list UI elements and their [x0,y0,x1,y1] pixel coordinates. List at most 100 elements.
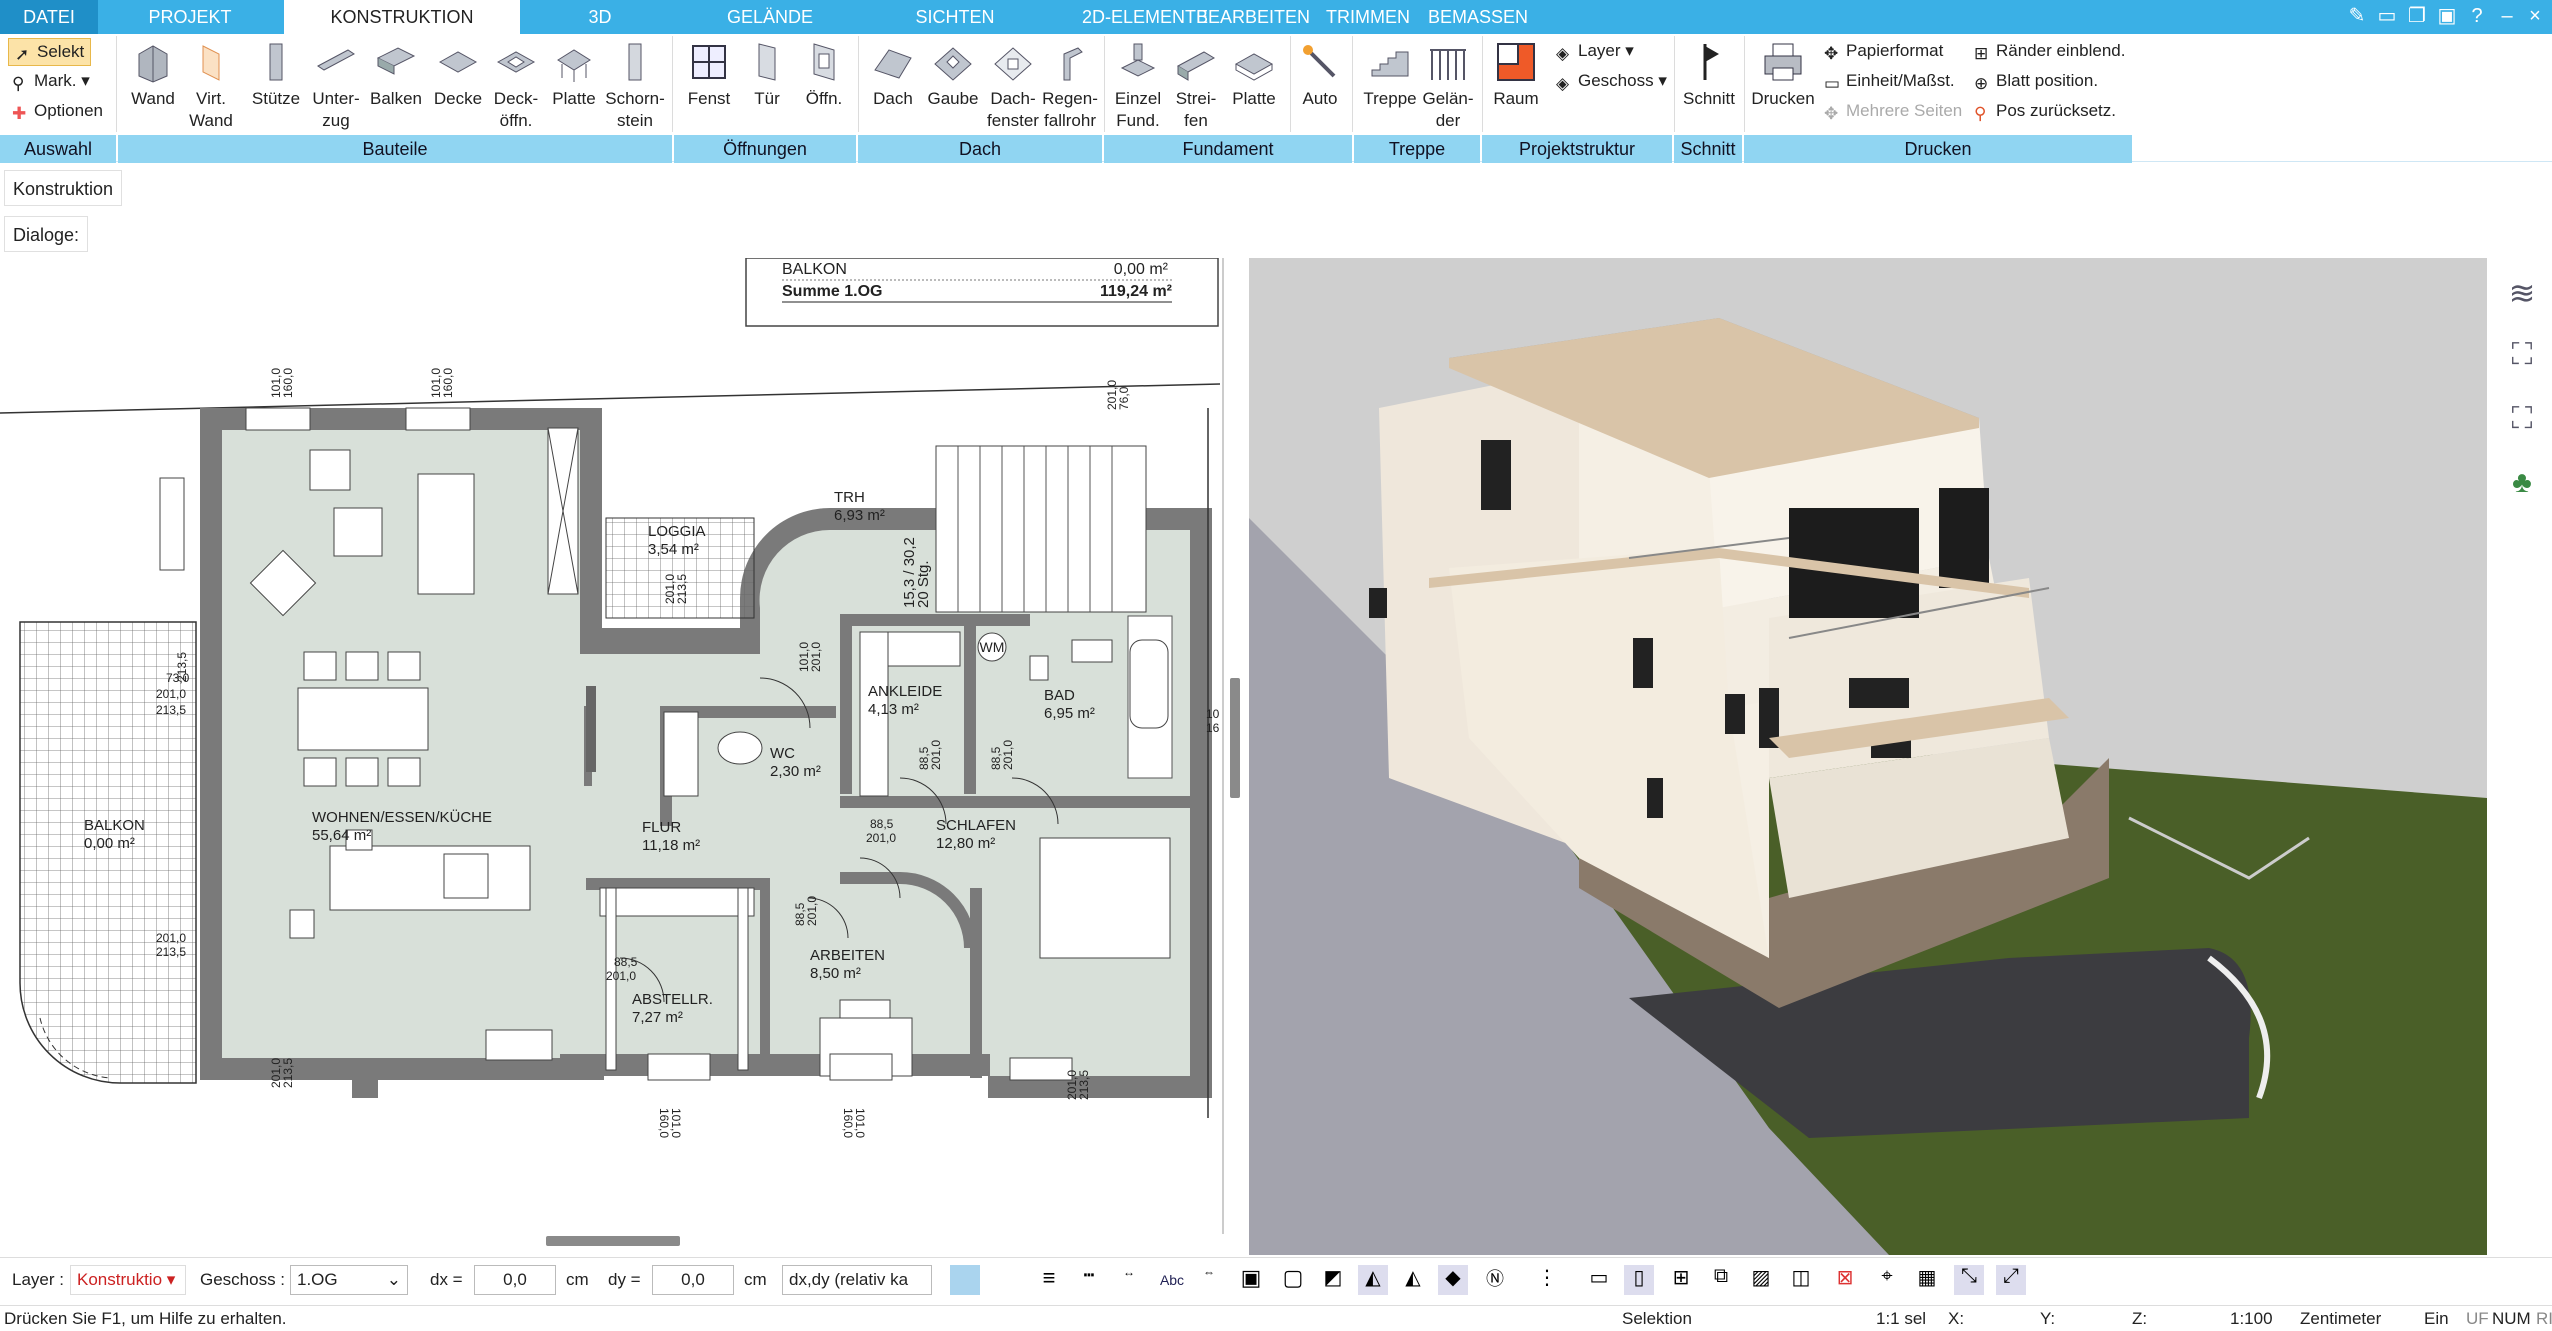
splitter-handle[interactable] [1230,678,1240,798]
zoom-extents-icon[interactable]: ⛶ [2502,402,2542,442]
measure-icon[interactable]: ⇔ [1194,1265,1224,1295]
selekt-button[interactable]: ➚ Selekt [8,38,92,66]
papierformat-button[interactable]: ✥ Papierformat [1824,38,1943,64]
tab-bearbeiten[interactable]: BEARBEITEN [1196,0,1310,34]
fenster-button[interactable]: Fenst [678,40,740,110]
zoom-out-icon[interactable]: ⤡ [1954,1265,1984,1295]
tools-icon[interactable]: ✎ [2344,3,2370,29]
view-corner-icon[interactable]: ◫ [1786,1265,1816,1295]
tuer-button[interactable]: Tür [740,40,794,110]
dim-label: 76,0 [1117,386,1131,410]
more-icon[interactable]: ⋮ [1532,1265,1562,1295]
balken-button[interactable]: Balken [366,40,426,110]
dim-label: 201,0 [929,740,943,770]
streifenfundament-button[interactable]: Strei-fen [1168,40,1224,132]
select-frame-icon[interactable]: ▢ [1278,1265,1308,1295]
roof-view-icon[interactable]: ◭ [1358,1265,1388,1295]
dashes-icon[interactable]: ┅ [1074,1265,1104,1295]
unterzug-button[interactable]: Unter-zug [306,40,366,132]
optionen-button[interactable]: ✚ Optionen [12,98,103,124]
view-image-icon[interactable]: ▨ [1746,1265,1776,1295]
tab-sichten[interactable]: SICHTEN [880,0,1030,34]
dach-button[interactable]: Dach [862,40,924,110]
plus-icon: ✚ [12,104,27,123]
group-bauteile: Bauteile [118,135,672,163]
frame-icon[interactable]: ▣ [1236,1265,1266,1295]
north-icon[interactable]: Ⓝ [1480,1265,1510,1295]
mehrere-seiten-button[interactable]: ✥ Mehrere Seiten [1824,98,1962,124]
gelaender-button[interactable]: Gelän-der [1420,40,1476,132]
view-tile-icon[interactable]: ⧉ [1706,1265,1736,1295]
slab-view-icon[interactable]: ◆ [1438,1265,1468,1295]
3d-view[interactable] [1249,258,2487,1255]
help-icon[interactable]: ? [2464,3,2490,29]
tab-konstruktion[interactable]: KONSTRUKTION [284,0,520,34]
treppe-button[interactable]: Treppe [1356,40,1424,110]
floor-plan-view[interactable]: BALKON 0,00 m² Summe 1.OG 119,24 m² WM T… [0,257,1224,1246]
window-icon[interactable]: ▭ [2374,3,2400,29]
tile-icon[interactable]: ▣ [2434,3,2460,29]
dachfenster-button[interactable]: Dach-fenster [982,40,1044,132]
tab-3d[interactable]: 3D [540,0,660,34]
tab-bemassen[interactable]: BEMASSEN [1428,0,1528,34]
tab-trimmen[interactable]: TRIMMEN [1320,0,1416,34]
auto-button[interactable]: Auto [1292,40,1348,110]
coord-mode-select[interactable]: dx,dy (relativ ka [782,1265,932,1295]
snap-icon[interactable] [990,1265,1020,1295]
minimize-icon[interactable]: – [2494,3,2520,29]
delete-view-icon[interactable]: ⊠ [1830,1265,1860,1295]
view-2d-icon[interactable]: ▭ [1584,1265,1614,1295]
pos-button[interactable]: ⚲ Pos zurücksetz. [1974,98,2116,124]
tab-gelaende[interactable]: GELÄNDE [690,0,850,34]
plan-horizontal-scrollbar[interactable] [546,1236,680,1246]
konstruktion-dialog-tab[interactable]: Konstruktion [4,170,123,206]
view-splitter[interactable] [1226,258,1249,1255]
tab-datei[interactable]: DATEI [0,0,98,34]
zoom-in-icon[interactable]: ⤢ [1996,1265,2026,1295]
view-split-icon[interactable]: ▯ [1624,1265,1654,1295]
schnitt-button[interactable]: Schnitt [1676,40,1742,110]
stairs-view-icon[interactable]: ◭ [1398,1265,1428,1295]
close-icon[interactable]: × [2522,3,2548,29]
restore-icon[interactable]: ❐ [2404,3,2430,29]
raum-button[interactable]: Raum [1488,40,1544,110]
dy-input[interactable]: 0,0 [652,1265,734,1295]
snap-grid-icon[interactable] [950,1265,980,1295]
geschoss-button[interactable]: ◈ Geschoss ▾ [1556,68,1667,94]
sheet-position-icon: ⊕ [1974,74,1989,93]
dimension-icon[interactable]: ↔ [1114,1265,1144,1295]
mark-button[interactable]: ⚲ Mark. ▾ [12,68,90,94]
lines-icon[interactable]: ≡ [1034,1265,1064,1295]
drucken-button[interactable]: Drucken [1748,40,1818,110]
einzelfundament-button[interactable]: Einzel Fund. [1108,40,1168,132]
layers-icon[interactable]: ≋ [2502,274,2542,314]
table-icon[interactable]: ▦ [1912,1265,1942,1295]
regenfallrohr-button[interactable]: Regen-fallrohr [1040,40,1100,132]
furniture-icon[interactable]: ⛶ [2502,338,2542,378]
fundamentplatte-button[interactable]: Platte [1224,40,1284,110]
gaube-button[interactable]: Gaube [924,40,982,110]
dx-input[interactable]: 0,0 [474,1265,556,1295]
tree-icon[interactable]: ♣ [2502,466,2542,506]
blatt-button[interactable]: ⊕ Blatt position. [1974,68,2098,94]
schornstein-button[interactable]: Schorn-stein [604,40,666,132]
geschoss-select[interactable]: 1.OG ⌄ [290,1265,408,1295]
object-icon[interactable]: ◩ [1318,1265,1348,1295]
stuetze-button[interactable]: Stütze [246,40,306,110]
decke-button[interactable]: Decke [428,40,488,110]
raender-button[interactable]: ⊞ Ränder einblend. [1974,38,2125,64]
platte-button[interactable]: Platte [544,40,604,110]
text-icon[interactable]: Abc [1154,1265,1190,1295]
deckoeffn-button[interactable]: Deck-öffn. [488,40,544,132]
tab-projekt[interactable]: PROJEKT [110,0,270,34]
virt-wand-button[interactable]: Virt. Wand [186,40,236,132]
layer-select[interactable]: Konstruktio ▾ [70,1265,186,1295]
dim-label: 213,5 [281,1058,295,1088]
view-grid-icon[interactable]: ⊞ [1666,1265,1696,1295]
center-icon[interactable]: ⌖ [1872,1265,1902,1295]
wall-icon [138,45,168,83]
wand-button[interactable]: Wand [120,40,186,110]
layer-button[interactable]: ◈ Layer ▾ [1556,38,1634,64]
einheit-button[interactable]: ▭ Einheit/Maßst. [1824,68,1955,94]
oeffnung-button[interactable]: Öffn. [796,40,852,110]
